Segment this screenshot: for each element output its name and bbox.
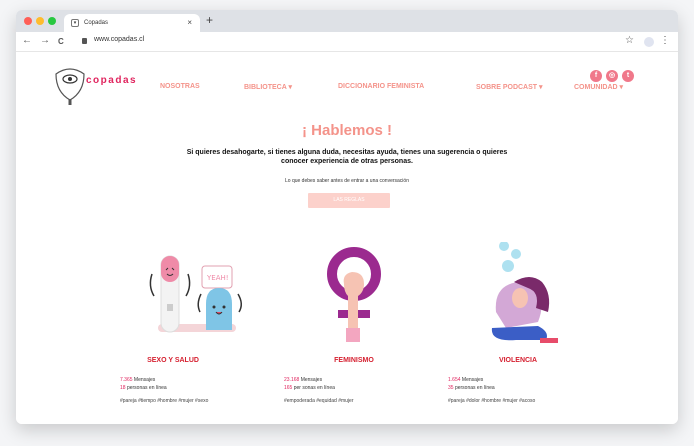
card-title-sexo-salud[interactable]: SEXO Y SALUD <box>108 357 238 364</box>
tab-title: Copadas <box>84 20 109 26</box>
tab-bar: ▾ Copadas × + <box>16 10 678 32</box>
card-stats-feminismo: 23.168 Mensajes 165 per sonas en línea <box>284 376 335 392</box>
brand-name[interactable]: copadas <box>86 75 137 86</box>
violence-illustration[interactable] <box>486 242 566 350</box>
online-count: 18 <box>120 385 126 391</box>
sexo-salud-illustration[interactable]: YEAH! <box>146 252 251 347</box>
address-toolbar: ← → C www.copadas.cl ☆ ⋮ <box>16 32 678 52</box>
messages-count: 7.365 <box>120 377 133 383</box>
online-label: personas en línea <box>126 385 167 391</box>
online-label: per sonas en línea <box>293 385 335 391</box>
twitter-icon[interactable]: t <box>622 70 634 82</box>
rules-intro-text: Lo que debes saber antes de entrar a una… <box>285 178 409 184</box>
lock-icon <box>82 38 87 44</box>
address-bar[interactable]: www.copadas.cl <box>94 36 144 43</box>
card-tags-sexo-salud[interactable]: #pareja #tiempo #hombre #mujer #sexo <box>120 398 208 404</box>
forward-arrow-icon[interactable]: → <box>40 35 50 46</box>
profile-avatar[interactable] <box>644 37 654 47</box>
back-arrow-icon[interactable]: ← <box>22 35 32 46</box>
nav-biblioteca[interactable]: BIBLIOTECA ▾ <box>244 83 292 91</box>
page-title: ¡ Hablemos ! <box>301 122 392 139</box>
minimize-window-button[interactable] <box>36 17 44 25</box>
instagram-icon[interactable]: ◎ <box>606 70 618 82</box>
messages-label: Mensajes <box>133 377 156 383</box>
card-title-violencia[interactable]: VIOLENCIA <box>453 357 583 364</box>
facebook-icon[interactable]: f <box>590 70 602 82</box>
copadas-logo[interactable] <box>52 66 88 106</box>
card-tags-violencia[interactable]: #pareja #dolor #hombre #mujer #acoso <box>448 398 535 404</box>
new-tab-button[interactable]: + <box>206 13 213 27</box>
rules-button[interactable]: LAS REGLAS <box>308 193 390 208</box>
messages-label: Mensajes <box>300 377 323 383</box>
nav-sobre-podcast[interactable]: SOBRE PODCAST ▾ <box>476 83 543 91</box>
card-stats-sexo-salud: 7.365 Mensajes 18 personas en línea <box>120 376 167 392</box>
online-count: 165 <box>284 385 293 391</box>
tab-copadas[interactable]: ▾ Copadas × <box>64 14 200 32</box>
maximize-window-button[interactable] <box>48 17 56 25</box>
feminism-symbol-illustration[interactable] <box>324 244 384 348</box>
yeah-speech-text: YEAH! <box>206 274 229 282</box>
messages-label: Mensajes <box>461 377 484 383</box>
nav-diccionario-feminista[interactable]: DICCIONARIO FEMINISTA <box>338 83 424 90</box>
online-label: personas en línea <box>454 385 495 391</box>
card-stats-violencia: 1.654 Mensajes 35 personas en línea <box>448 376 495 392</box>
bookmark-star-icon[interactable]: ☆ <box>625 35 634 46</box>
card-tags-feminismo[interactable]: #empoderada #equidad #mujer <box>284 398 354 404</box>
browser-window: ▾ Copadas × + ← → C www.copadas.cl ☆ ⋮ c… <box>16 10 678 424</box>
nav-nosotras[interactable]: NOSOTRAS <box>160 83 200 90</box>
tab-close-icon[interactable]: × <box>187 14 192 32</box>
close-window-button[interactable] <box>24 17 32 25</box>
messages-count: 23.168 <box>284 377 300 383</box>
reload-icon[interactable]: C <box>58 37 64 46</box>
intro-text: Si quieres desahogarte, si tienes alguna… <box>186 149 508 165</box>
page-content: copadas NOSOTRAS BIBLIOTECA ▾ DICCIONARI… <box>16 52 678 424</box>
online-count: 35 <box>448 385 454 391</box>
card-title-feminismo[interactable]: FEMINISMO <box>289 357 419 364</box>
nav-comunidad[interactable]: COMUNIDAD ▾ <box>574 83 623 91</box>
messages-count: 1.654 <box>448 377 461 383</box>
copadas-favicon-icon: ▾ <box>71 19 79 27</box>
browser-menu-icon[interactable]: ⋮ <box>660 35 670 46</box>
